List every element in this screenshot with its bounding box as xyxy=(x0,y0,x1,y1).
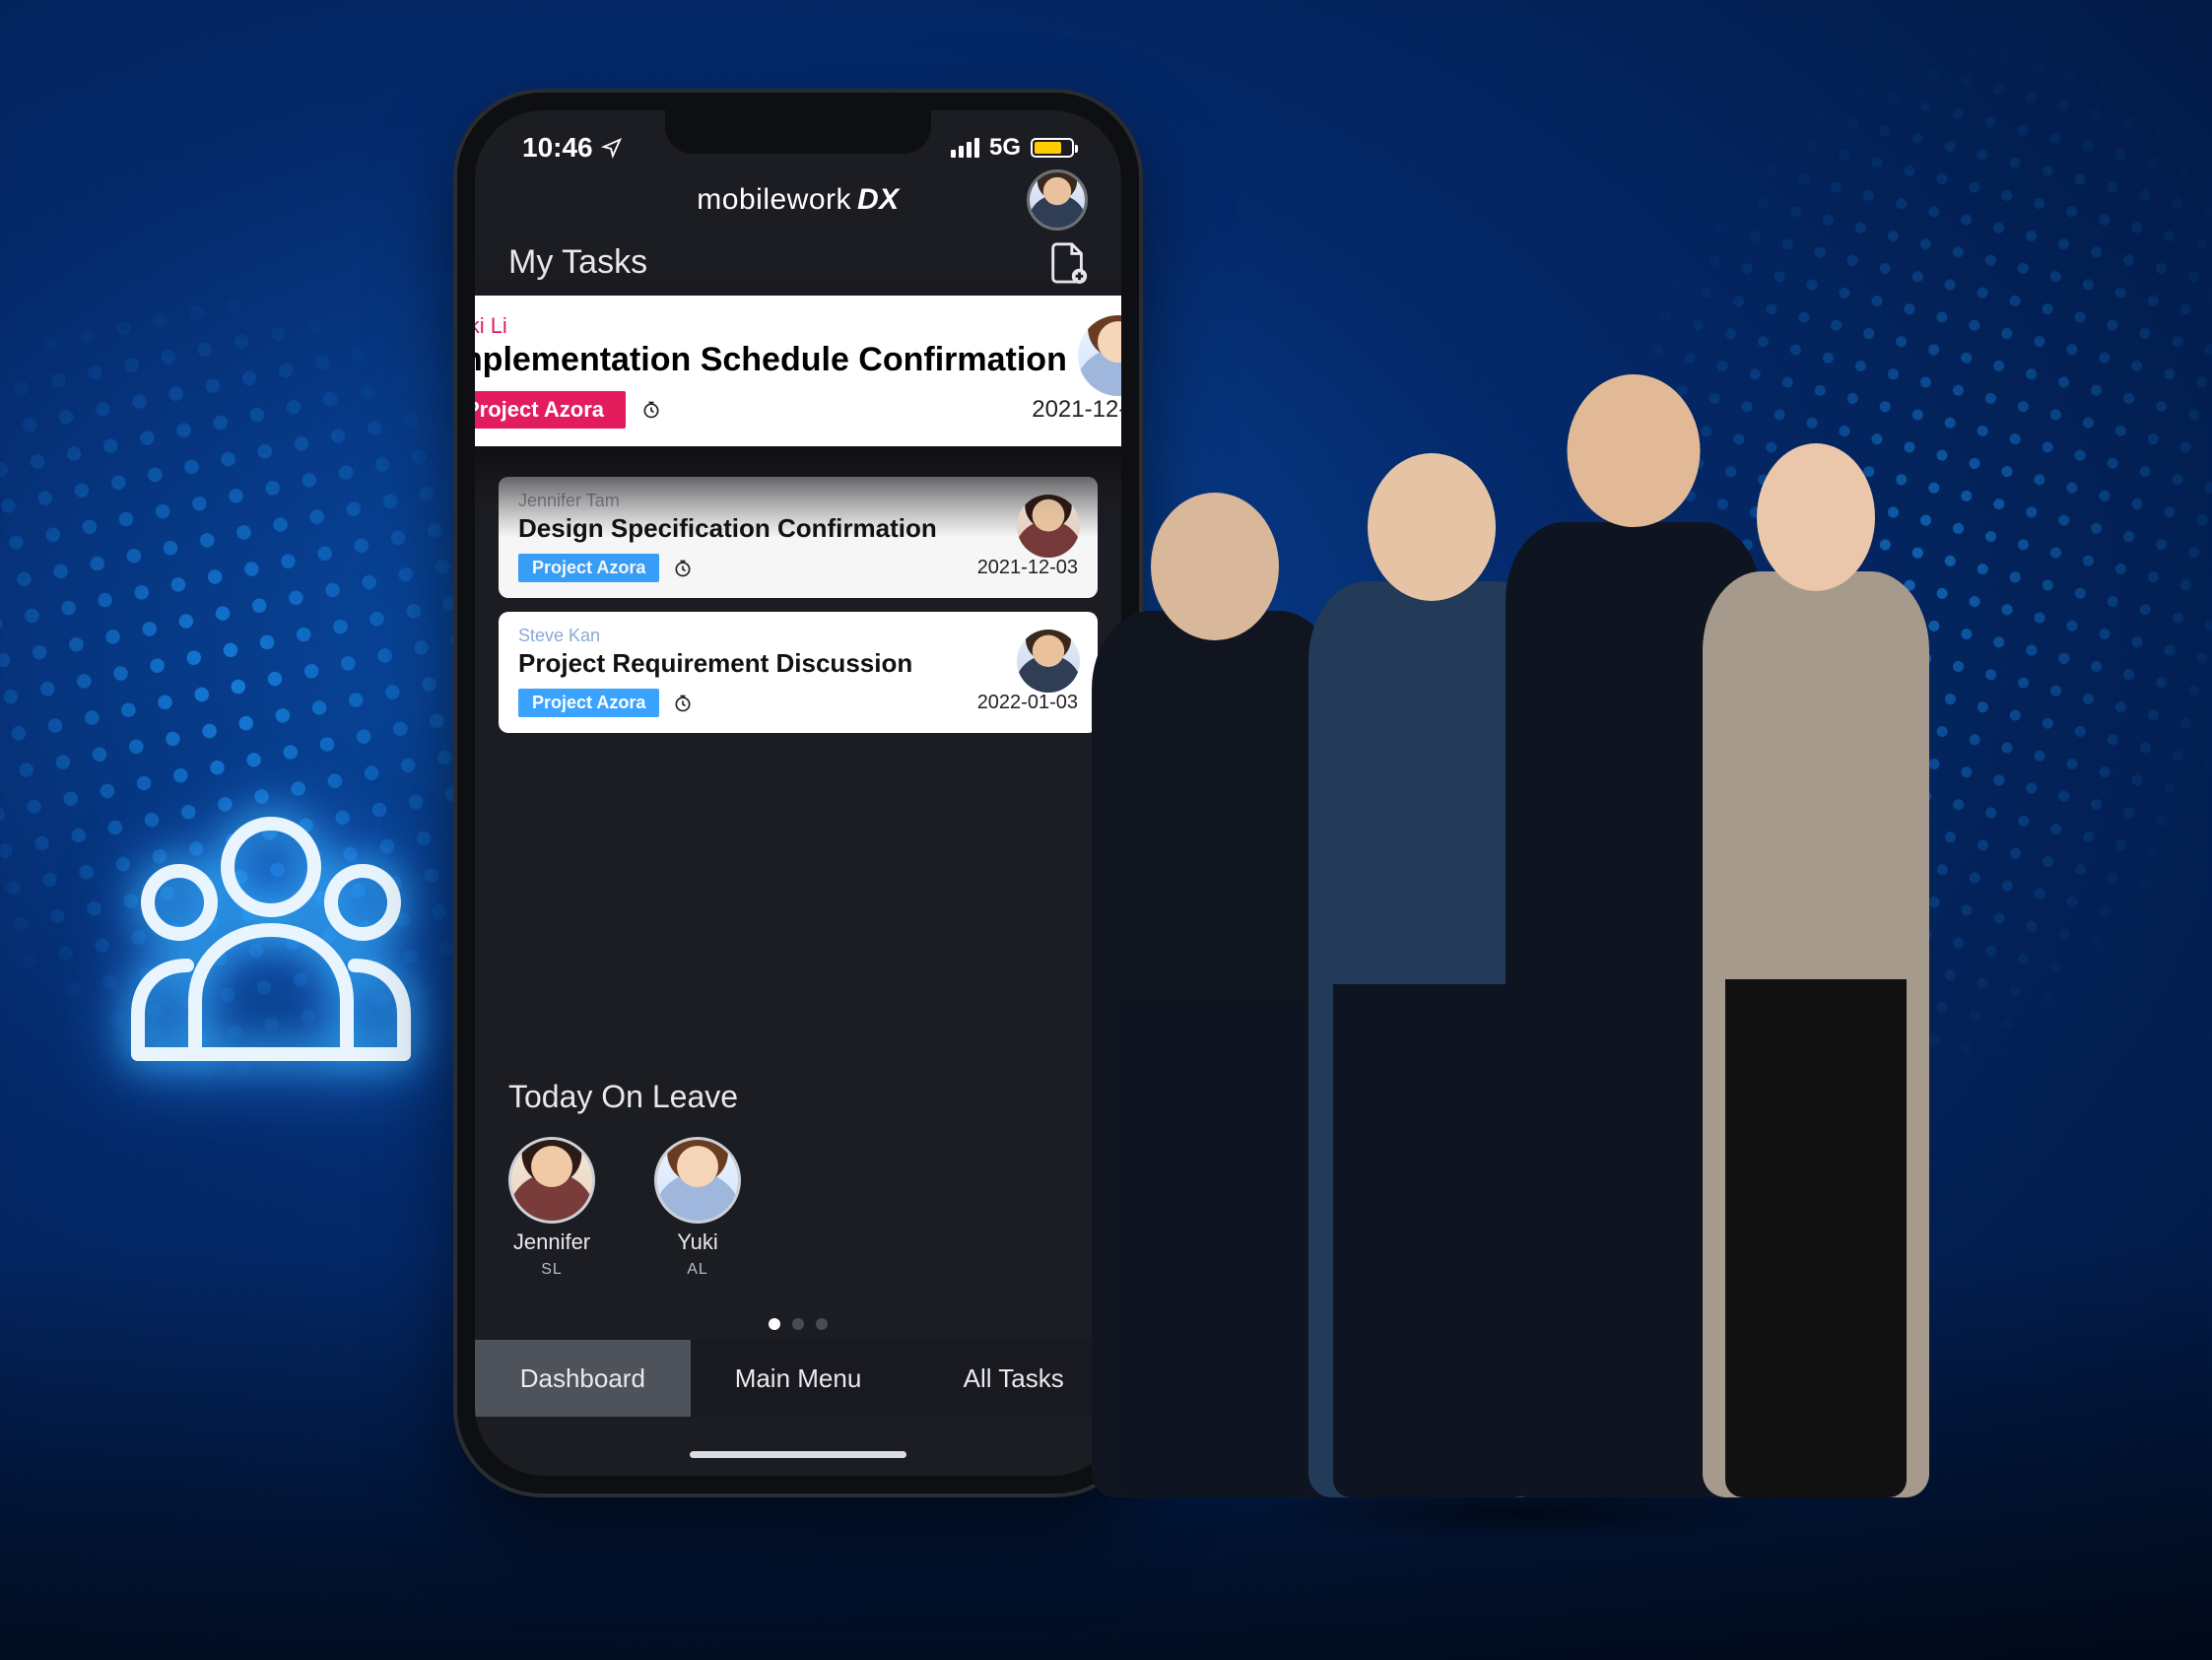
task-card[interactable]: Steve Kan Project Requirement Discussion… xyxy=(499,612,1098,733)
clock-icon xyxy=(641,400,661,420)
leave-person[interactable]: Jennifer SL xyxy=(508,1137,595,1279)
profile-avatar[interactable] xyxy=(1027,169,1088,231)
location-arrow-icon xyxy=(601,137,623,159)
task-owner: Steve Kan xyxy=(518,626,1078,646)
tab-dashboard[interactable]: Dashboard xyxy=(475,1340,691,1417)
task-date: 2022-01-03 xyxy=(977,692,1078,714)
signal-icon xyxy=(951,138,979,158)
clock-icon xyxy=(673,694,693,713)
network-label: 5G xyxy=(989,134,1021,162)
page-indicator[interactable] xyxy=(769,1318,828,1330)
leave-person[interactable]: Yuki AL xyxy=(654,1137,741,1279)
task-project-tag: Project Azora xyxy=(518,689,659,717)
notch xyxy=(665,110,931,154)
task-owner: Yuki Li xyxy=(475,313,1121,339)
team-icon xyxy=(118,808,424,1064)
battery-icon xyxy=(1031,138,1074,158)
my-tasks-title: My Tasks xyxy=(508,243,647,282)
home-indicator[interactable] xyxy=(690,1451,906,1458)
add-task-button[interactable] xyxy=(1048,240,1088,284)
leave-type: SL xyxy=(541,1261,563,1279)
tab-bar: Dashboard Main Menu All Tasks xyxy=(475,1340,1121,1417)
my-tasks-header: My Tasks xyxy=(475,231,1121,296)
leave-name: Yuki xyxy=(677,1229,718,1255)
business-people-illustration xyxy=(1092,276,1959,1537)
task-assignee-avatar xyxy=(1017,630,1080,693)
tab-main-menu[interactable]: Main Menu xyxy=(691,1340,906,1417)
task-title: Implementation Schedule Confirmation xyxy=(475,341,1121,379)
task-assignee-avatar xyxy=(1078,315,1121,396)
leave-type: AL xyxy=(687,1261,708,1279)
task-project-tag: Project Azora xyxy=(518,554,659,582)
task-assignee-avatar xyxy=(1017,495,1080,558)
status-time: 10:46 xyxy=(522,132,593,164)
today-on-leave-title: Today On Leave xyxy=(508,1079,1088,1115)
task-title: Design Specification Confirmation xyxy=(518,513,1078,544)
task-owner: Jennifer Tam xyxy=(518,491,1078,511)
leave-name: Jennifer xyxy=(513,1229,590,1255)
task-project-tag: Project Azora xyxy=(475,391,626,429)
task-card[interactable]: Yuki Li Implementation Schedule Confirma… xyxy=(475,296,1121,446)
phone-frame: 10:46 5G mobileworkDX My Tasks xyxy=(453,89,1143,1497)
avatar xyxy=(654,1137,741,1224)
avatar xyxy=(508,1137,595,1224)
task-card[interactable]: Jennifer Tam Design Specification Confir… xyxy=(499,477,1098,598)
task-date: 2021-12-06 xyxy=(1032,396,1121,424)
clock-icon xyxy=(673,559,693,578)
app-header: mobileworkDX xyxy=(475,171,1121,231)
task-date: 2021-12-03 xyxy=(977,557,1078,579)
app-title: mobileworkDX xyxy=(697,183,899,217)
phone-screen: 10:46 5G mobileworkDX My Tasks xyxy=(475,110,1121,1476)
tab-all-tasks[interactable]: All Tasks xyxy=(905,1340,1121,1417)
task-title: Project Requirement Discussion xyxy=(518,648,1078,679)
today-on-leave-section: Today On Leave Jennifer SL Yuki AL xyxy=(475,1079,1121,1279)
